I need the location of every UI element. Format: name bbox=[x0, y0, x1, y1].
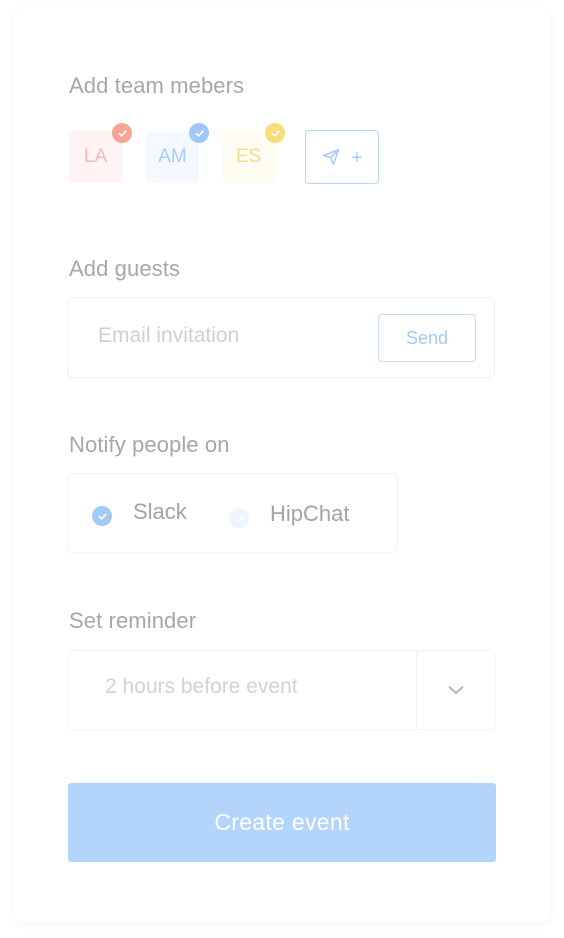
check-icon bbox=[112, 123, 132, 143]
plus-icon: + bbox=[351, 147, 363, 169]
radio-unchecked-icon bbox=[229, 508, 249, 528]
guest-email-container: Send bbox=[67, 297, 495, 378]
chevron-down-icon[interactable] bbox=[417, 651, 495, 729]
option-label: HipChat bbox=[270, 501, 350, 526]
notify-options-group: Slack HipChat bbox=[67, 473, 398, 553]
avatar-initials: LA bbox=[83, 146, 108, 167]
check-icon bbox=[265, 123, 285, 143]
avatar-initials: ES bbox=[235, 146, 262, 167]
team-member-avatar-am[interactable]: AM bbox=[146, 123, 209, 183]
send-button[interactable]: Send bbox=[378, 314, 476, 362]
option-label: Slack bbox=[133, 499, 187, 524]
radio-checked-icon bbox=[92, 506, 112, 526]
guests-heading: Add guests bbox=[69, 256, 181, 281]
notify-heading: Notify people on bbox=[69, 432, 230, 457]
team-member-avatar-es[interactable]: ES bbox=[222, 123, 285, 183]
reminder-selected-value: 2 hours before event bbox=[105, 675, 298, 698]
email-invitation-input[interactable] bbox=[96, 320, 370, 352]
team-members-heading: Add team mebers bbox=[69, 73, 245, 98]
invite-member-button[interactable]: + bbox=[305, 130, 379, 184]
reminder-select[interactable]: 2 hours before event bbox=[68, 650, 496, 730]
notify-option-hipchat[interactable]: HipChat bbox=[229, 500, 349, 528]
avatar-initials: AM bbox=[158, 146, 187, 167]
create-event-button[interactable]: Create event bbox=[68, 783, 496, 862]
notify-option-slack[interactable]: Slack bbox=[92, 498, 187, 526]
team-member-avatar-la[interactable]: LA bbox=[69, 123, 132, 183]
send-icon bbox=[321, 147, 341, 167]
check-icon bbox=[189, 123, 209, 143]
reminder-heading: Set reminder bbox=[69, 608, 197, 633]
